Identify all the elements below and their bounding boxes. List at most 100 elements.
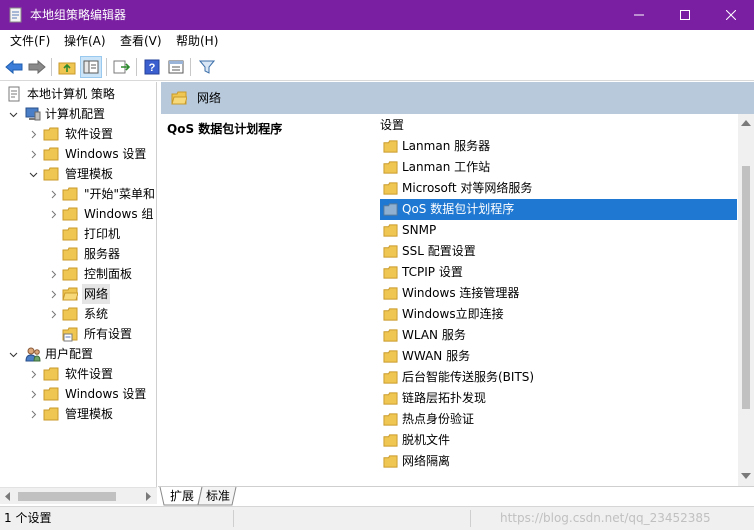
list-item-selected[interactable]: QoS 数据包计划程序 — [380, 199, 737, 220]
up-folder-button[interactable] — [56, 56, 78, 78]
tree-item-admin-templates[interactable]: 管理模板 — [0, 164, 156, 184]
tree-label: 软件设置 — [65, 127, 114, 141]
list-item[interactable]: WLAN 服务 — [380, 325, 737, 346]
chevron-right-icon[interactable] — [28, 364, 38, 384]
scrollbar-thumb[interactable] — [742, 166, 750, 409]
tree-item-windows-components[interactable]: Windows 组 — [0, 204, 156, 224]
list-item-label: 网络隔离 — [402, 454, 451, 468]
list-item[interactable]: Windows 连接管理器 — [380, 283, 737, 304]
scroll-up-icon[interactable] — [741, 117, 751, 129]
close-icon — [726, 10, 736, 20]
list-item[interactable]: 热点身份验证 — [380, 409, 737, 430]
forward-button[interactable] — [26, 56, 48, 78]
scroll-left-icon[interactable] — [4, 492, 12, 501]
chevron-right-icon[interactable] — [28, 404, 38, 424]
folder-icon — [62, 247, 78, 261]
tree-label: 控制面板 — [84, 267, 133, 281]
show-tree-button[interactable] — [80, 56, 102, 78]
chevron-right-icon[interactable] — [28, 144, 38, 164]
list-item[interactable]: SSL 配置设置 — [380, 241, 737, 262]
close-button[interactable] — [708, 0, 754, 30]
chevron-right-icon[interactable] — [48, 204, 58, 224]
menu-help[interactable]: 帮助(H) — [170, 30, 224, 52]
list-item[interactable]: WWAN 服务 — [380, 346, 737, 367]
tab-extended[interactable]: 扩展 — [166, 487, 198, 505]
list-item[interactable]: Lanman 工作站 — [380, 157, 737, 178]
tree-item-network[interactable]: 网络 — [0, 284, 156, 304]
tree-label: 管理模板 — [65, 167, 114, 181]
status-bar: 1 个设置 https://blog.csdn.net/qq_23452385 — [0, 506, 754, 530]
tree-item-windows-settings[interactable]: Windows 设置 — [0, 144, 156, 164]
menu-bar: 文件(F) 操作(A) 查看(V) 帮助(H) — [0, 30, 754, 52]
up-folder-icon — [58, 62, 76, 75]
list-item-label: 热点身份验证 — [402, 412, 475, 426]
tree-item-local-policy[interactable]: 本地计算机 策略 — [0, 84, 156, 104]
chevron-right-icon[interactable] — [48, 304, 58, 324]
computer-icon — [25, 107, 41, 121]
filter-button[interactable] — [196, 56, 218, 78]
list-item[interactable]: 网络隔离 — [380, 451, 737, 472]
back-button[interactable] — [3, 56, 25, 78]
help-button[interactable]: ? — [141, 56, 163, 78]
open-folder-icon — [171, 91, 187, 105]
tree-item-system[interactable]: 系统 — [0, 304, 156, 324]
tree-item-software-settings[interactable]: 软件设置 — [0, 124, 156, 144]
menu-view[interactable]: 查看(V) — [114, 30, 168, 52]
list-item-label: 链路层拓扑发现 — [402, 391, 487, 405]
list-item-label: Microsoft 对等网络服务 — [402, 181, 533, 195]
tree-item-user-software-settings[interactable]: 软件设置 — [0, 364, 156, 384]
settings-vertical-scrollbar[interactable] — [738, 114, 754, 487]
menu-file[interactable]: 文件(F) — [4, 30, 56, 52]
folder-icon — [383, 161, 398, 174]
list-item[interactable]: Lanman 服务器 — [380, 136, 737, 157]
chevron-down-icon[interactable] — [28, 164, 38, 184]
console-tree-icon — [83, 60, 99, 74]
list-item[interactable]: TCPIP 设置 — [380, 262, 737, 283]
tree-item-start-menu[interactable]: "开始"菜单和 — [0, 184, 156, 204]
maximize-button[interactable] — [662, 0, 708, 30]
menu-action[interactable]: 操作(A) — [58, 30, 112, 52]
toolbar-separator — [136, 58, 137, 76]
window-title: 本地组策略编辑器 — [30, 8, 127, 22]
folder-icon — [383, 392, 398, 405]
tree-label: 服务器 — [84, 247, 121, 261]
chevron-right-icon[interactable] — [28, 384, 38, 404]
list-item-label: QoS 数据包计划程序 — [402, 202, 515, 216]
chevron-right-icon[interactable] — [28, 124, 38, 144]
chevron-right-icon[interactable] — [48, 264, 58, 284]
scroll-down-icon[interactable] — [741, 470, 751, 482]
tree-label: Windows 设置 — [65, 387, 147, 401]
export-list-button[interactable] — [111, 56, 133, 78]
tab-standard[interactable]: 标准 — [202, 487, 234, 505]
list-item[interactable]: 脱机文件 — [380, 430, 737, 451]
list-item[interactable]: Microsoft 对等网络服务 — [380, 178, 737, 199]
list-item[interactable]: SNMP — [380, 220, 737, 241]
chevron-right-icon[interactable] — [48, 184, 58, 204]
list-item[interactable]: 后台智能传送服务(BITS) — [380, 367, 737, 388]
tree-label: 用户配置 — [45, 347, 94, 361]
chevron-down-icon[interactable] — [8, 344, 18, 364]
extended-description-pane: QoS 数据包计划程序 — [161, 114, 367, 487]
chevron-right-icon[interactable] — [48, 284, 58, 304]
tree-item-user-admin-templates[interactable]: 管理模板 — [0, 404, 156, 424]
tree-item-control-panel[interactable]: 控制面板 — [0, 264, 156, 284]
tree-item-printers[interactable]: 打印机 — [0, 224, 156, 244]
tree-horizontal-scrollbar[interactable] — [0, 487, 157, 504]
scroll-right-icon[interactable] — [144, 492, 152, 501]
tree-item-computer-config[interactable]: 计算机配置 — [0, 104, 156, 124]
scrollbar-thumb[interactable] — [18, 492, 116, 501]
properties-button[interactable] — [165, 56, 187, 78]
tree-item-server[interactable]: 服务器 — [0, 244, 156, 264]
chevron-down-icon[interactable] — [8, 104, 18, 124]
title-bar: 本地组策略编辑器 — [0, 0, 754, 30]
list-item[interactable]: 链路层拓扑发现 — [380, 388, 737, 409]
tree-item-user-config[interactable]: 用户配置 — [0, 344, 156, 364]
minimize-button[interactable] — [616, 0, 662, 30]
tree-item-user-windows-settings[interactable]: Windows 设置 — [0, 384, 156, 404]
folder-icon — [383, 140, 398, 153]
list-item-label: WLAN 服务 — [402, 328, 466, 342]
column-header-setting[interactable]: 设置 — [380, 116, 404, 134]
list-item-label: SSL 配置设置 — [402, 244, 476, 258]
list-item[interactable]: Windows立即连接 — [380, 304, 737, 325]
tree-item-all-settings[interactable]: 所有设置 — [0, 324, 156, 344]
